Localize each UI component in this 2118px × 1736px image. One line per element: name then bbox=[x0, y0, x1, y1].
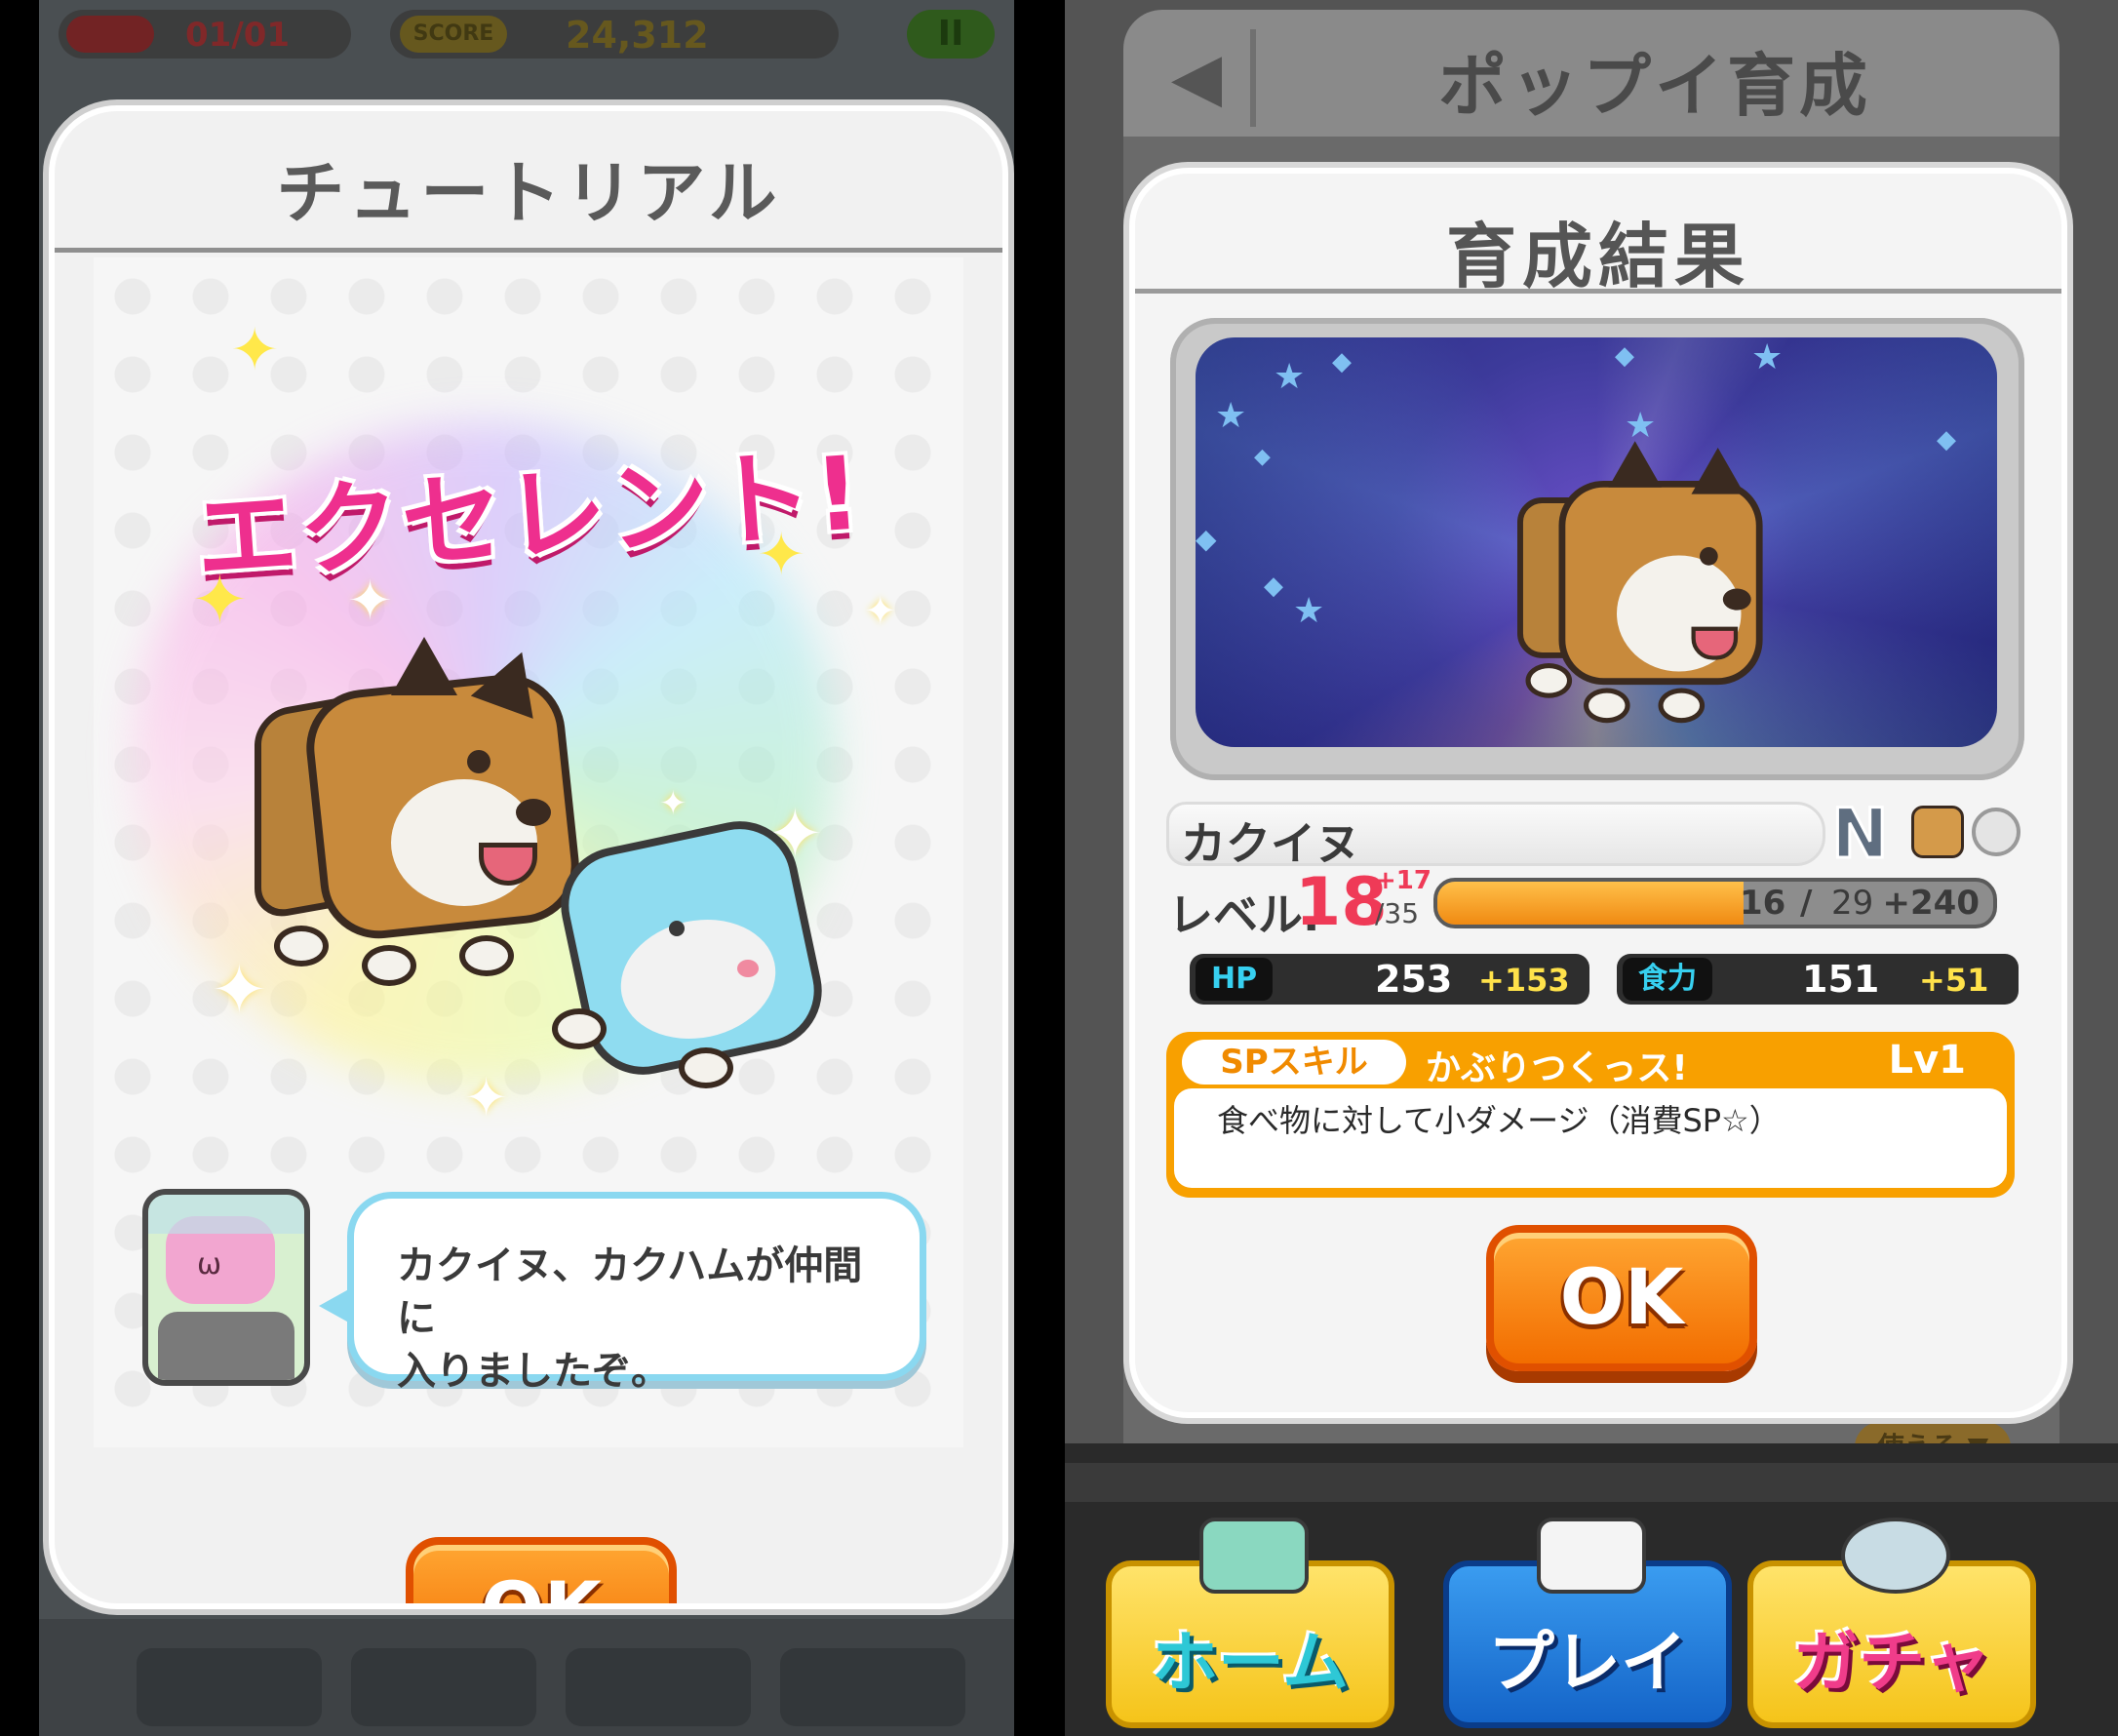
rarity-badge: N bbox=[1830, 793, 1891, 876]
hp-stat: HP 253 +153 bbox=[1190, 954, 1589, 1005]
star-icon: ★ bbox=[1274, 357, 1306, 397]
dialog-title: 育成結果 bbox=[1445, 216, 1750, 297]
title-divider bbox=[1135, 289, 2061, 294]
play-icon bbox=[1537, 1518, 1646, 1594]
exp-gain: +240 bbox=[1882, 884, 1980, 923]
nav-home-button[interactable]: ホーム bbox=[1106, 1518, 1394, 1728]
food-power-value: 151 bbox=[1802, 958, 1880, 1001]
hp-gain: +153 bbox=[1478, 962, 1570, 999]
bottom-bar bbox=[39, 1619, 1014, 1736]
star-icon: ◆ bbox=[1254, 445, 1271, 469]
ok-button[interactable]: OK bbox=[1486, 1225, 1757, 1371]
nav-rail bbox=[1065, 1463, 2118, 1502]
sp-skill-level: Lv1 bbox=[1888, 1038, 1966, 1083]
dialog-title: チュートリアル bbox=[276, 153, 781, 233]
bottom-navigation: ホーム プレイ ガチャ bbox=[1065, 1443, 2118, 1736]
star-icon: ◆ bbox=[1615, 341, 1634, 371]
sparkle-icon: ✦ bbox=[191, 560, 249, 640]
tutorial-message: カクイヌ、カクハムが仲間に 入りましたぞ。 bbox=[397, 1243, 863, 1394]
sp-skill-description: 食べ物に対して小ダメージ（消費SP☆） bbox=[1217, 1102, 1781, 1139]
pause-button[interactable]: II bbox=[907, 10, 995, 59]
ok-button[interactable]: OK bbox=[406, 1537, 677, 1603]
level-max: /35 bbox=[1375, 897, 1420, 929]
star-icon: ★ bbox=[1293, 591, 1325, 631]
sparkle-icon: ✦ bbox=[757, 521, 806, 589]
speech-bubble: カクイヌ、カクハムが仲間に 入りましたぞ。 bbox=[319, 1192, 926, 1394]
attribute-icon bbox=[1972, 808, 2020, 856]
exp-bar: 16 / 29 +240 bbox=[1433, 878, 1997, 928]
exp-current: 16 bbox=[1740, 884, 1786, 923]
tutorial-screen: 01/01 SCORE 24,312 II チュートリアル エクセレント! ✦ … bbox=[39, 0, 1014, 1736]
kakuhamu-character bbox=[550, 810, 833, 1088]
sparkle-icon: ✦ bbox=[347, 570, 393, 633]
tutorial-dialog: チュートリアル エクセレント! ✦ ✦ ✦ ✦ ✦ ✦ ✦ ✦ ✦ ω カクイヌ… bbox=[49, 105, 1008, 1609]
level-value: 18 bbox=[1295, 864, 1388, 941]
dog-type-icon bbox=[1911, 806, 1964, 858]
lives-value: 01/01 bbox=[185, 16, 291, 55]
sp-skill-card: SPスキル かぶりつくっス! Lv1 食べ物に対して小ダメージ（消費SP☆） bbox=[1166, 1032, 2015, 1198]
training-screen: ◀ ポップイ育成 使える ▼ 育成結果 ★ ◆ ★ ◆ ◆ ◆ ★ ◆ ★ ★ … bbox=[1065, 0, 2118, 1736]
kakuinu-portrait bbox=[1517, 441, 1763, 724]
display-screen: ★ ◆ ★ ◆ ◆ ◆ ★ ◆ ★ ★ ◆ ★ ★ bbox=[1196, 337, 1997, 747]
score-display: SCORE 24,312 bbox=[390, 10, 839, 59]
exp-fill bbox=[1437, 882, 1744, 925]
nav-gacha-button[interactable]: ガチャ bbox=[1747, 1518, 2036, 1728]
sp-skill-description-box: 食べ物に対して小ダメージ（消費SP☆） bbox=[1174, 1088, 2007, 1188]
nav-gacha-label: ガチャ bbox=[1792, 1625, 1991, 1702]
title-divider bbox=[55, 248, 1002, 253]
star-icon: ★ bbox=[1625, 406, 1657, 446]
lives-counter: 01/01 bbox=[59, 10, 351, 59]
star-icon: ◆ bbox=[1264, 572, 1283, 601]
game-hud: 01/01 SCORE 24,312 II bbox=[59, 10, 995, 60]
level-gain: +17 bbox=[1375, 866, 1432, 895]
score-value: 24,312 bbox=[566, 14, 709, 57]
food-power-stat: 食力 151 +51 bbox=[1617, 954, 2019, 1005]
sp-skill-name: かぶりつくっス! bbox=[1426, 1048, 1688, 1088]
training-result-dialog: 育成結果 ★ ◆ ★ ◆ ◆ ◆ ★ ◆ ★ ★ ◆ ★ ★ bbox=[1129, 168, 2067, 1418]
star-icon: ★ bbox=[1215, 396, 1247, 436]
food-power-label: 食力 bbox=[1623, 958, 1712, 1001]
nav-play-button[interactable]: プレイ bbox=[1443, 1518, 1732, 1728]
sp-skill-tag: SPスキル bbox=[1182, 1040, 1406, 1085]
level-row: レベル. 18 +17 /35 16 / 29 +240 bbox=[1168, 864, 2046, 941]
hp-label: HP bbox=[1196, 958, 1274, 1001]
kakuinu-character bbox=[255, 637, 585, 986]
nav-play-label: プレイ bbox=[1487, 1625, 1687, 1702]
sparkle-icon: ✦ bbox=[464, 1067, 509, 1128]
hp-value: 253 bbox=[1375, 958, 1453, 1001]
score-label: SCORE bbox=[400, 16, 507, 53]
guide-avatar: ω bbox=[142, 1189, 310, 1386]
home-icon bbox=[1199, 1518, 1309, 1594]
exp-required: 29 bbox=[1831, 884, 1874, 923]
food-power-gain: +51 bbox=[1919, 962, 1989, 999]
star-icon: ◆ bbox=[1196, 523, 1217, 555]
character-name-plate: カクイヌ bbox=[1166, 802, 1825, 870]
star-icon: ◆ bbox=[1332, 347, 1352, 376]
lives-icon bbox=[66, 16, 154, 53]
exp-separator: / bbox=[1800, 884, 1813, 923]
character-display: ★ ◆ ★ ◆ ◆ ◆ ★ ◆ ★ ★ ◆ ★ ★ bbox=[1170, 318, 2024, 780]
nav-home-label: ホーム bbox=[1152, 1625, 1349, 1702]
sparkle-icon: ✦ bbox=[864, 589, 897, 634]
star-icon: ★ bbox=[1751, 337, 1784, 377]
star-icon: ◆ bbox=[1937, 425, 1956, 454]
screen-header: ◀ ポップイ育成 bbox=[1123, 10, 2059, 137]
gacha-icon bbox=[1841, 1518, 1950, 1594]
sparkle-icon: ✦ bbox=[230, 316, 280, 384]
screen-title: ポップイ育成 bbox=[1438, 46, 1871, 126]
back-button[interactable]: ◀ bbox=[1143, 29, 1256, 127]
